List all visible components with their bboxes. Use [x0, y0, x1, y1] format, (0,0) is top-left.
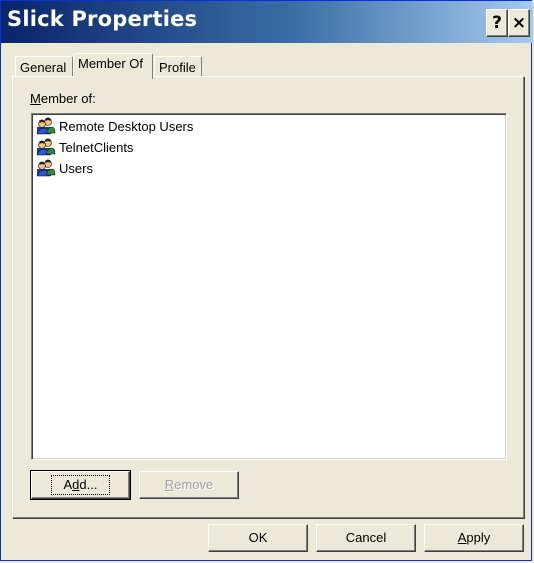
group-name: Users	[59, 160, 93, 176]
add-button-focus: Add...	[50, 475, 111, 495]
member-of-panel: Member of: Remote Desktop Users TelnetCl…	[12, 76, 524, 518]
remove-label-accel: R	[164, 477, 175, 492]
member-of-label-accel: M	[30, 91, 41, 106]
title-bar[interactable]: Slick Properties ? ×	[1, 1, 533, 43]
group-name: Remote Desktop Users	[59, 118, 194, 134]
remove-button[interactable]: Remove	[139, 471, 239, 499]
ok-button[interactable]: OK	[208, 524, 308, 552]
member-of-label-text: ember of:	[40, 91, 96, 106]
list-item[interactable]: TelnetClients	[36, 137, 133, 157]
add-label-rest: d...	[79, 477, 98, 492]
close-button[interactable]: ×	[508, 9, 530, 37]
cancel-button[interactable]: Cancel	[316, 524, 416, 552]
member-of-listbox[interactable]: Remote Desktop Users TelnetClients Users	[31, 113, 507, 460]
user-group-icon	[36, 159, 56, 177]
add-label-a: A	[63, 477, 73, 492]
group-name: TelnetClients	[59, 139, 134, 155]
tab-member-of[interactable]: Member Of	[73, 53, 153, 79]
remove-label-rest: emove	[174, 477, 214, 492]
apply-button[interactable]: Apply	[424, 524, 524, 552]
list-item[interactable]: Remote Desktop Users	[36, 116, 193, 136]
add-button[interactable]: Add...	[30, 470, 131, 500]
window-title: Slick Properties	[7, 7, 198, 31]
user-group-icon	[36, 138, 56, 156]
member-of-label: Member of:	[30, 91, 96, 106]
user-group-icon	[36, 117, 56, 135]
apply-label-rest: pply	[466, 530, 491, 545]
tab-profile[interactable]: Profile	[154, 56, 202, 76]
list-item[interactable]: Users	[36, 158, 93, 178]
properties-dialog: Slick Properties ? × General Member Of P…	[0, 0, 533, 561]
tab-general[interactable]: General	[15, 56, 73, 76]
help-button[interactable]: ?	[486, 9, 508, 37]
